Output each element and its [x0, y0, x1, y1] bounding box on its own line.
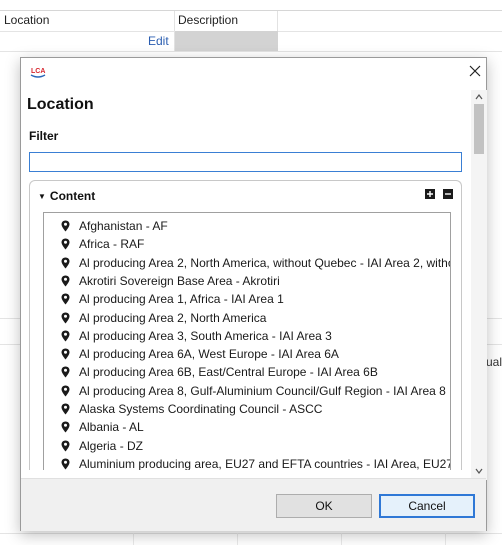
filter-input[interactable]	[29, 152, 462, 172]
expand-all-icon[interactable]	[425, 189, 435, 199]
tree-item-label: Akrotiri Sovereign Base Area - Akrotiri	[79, 273, 280, 288]
location-tree[interactable]: Afghanistan - AF Africa - RAF Al producing…	[43, 212, 451, 470]
location-pin-icon	[61, 458, 70, 470]
tree-item[interactable]: Africa - RAF	[44, 236, 450, 253]
location-pin-icon	[61, 257, 70, 269]
scrollbar-thumb[interactable]	[474, 104, 484, 154]
dialog-title: Location	[27, 96, 94, 113]
location-pin-icon	[61, 440, 70, 452]
description-cell[interactable]	[175, 31, 278, 51]
edit-link[interactable]: Edit	[148, 34, 169, 48]
tree-item-label: Al producing Area 6B, East/Central Europ…	[79, 365, 378, 380]
svg-text:LCA: LCA	[31, 68, 45, 75]
tree-item-label: Aluminium producing area, EU27 and EFTA …	[79, 456, 451, 470]
location-pin-icon	[61, 220, 70, 232]
dialog-button-bar: OK Cancel	[21, 478, 486, 531]
tree-item[interactable]: Al producing Area 6A, West Europe - IAI …	[44, 346, 450, 363]
tree-item[interactable]: Al producing Area 2, North America	[44, 310, 450, 327]
table-row-border	[0, 533, 502, 534]
grid-line	[445, 533, 446, 545]
tree-item[interactable]: Al producing Area 2, North America, with…	[44, 255, 450, 272]
table-top-border	[0, 10, 502, 11]
openlca-logo-icon: LCA	[30, 68, 45, 78]
scroll-up-icon[interactable]	[474, 92, 484, 102]
content-section-title: Content	[49, 189, 96, 203]
location-pin-icon	[61, 366, 70, 378]
tree-item-label: Al producing Area 1, Africa - IAI Area 1	[79, 292, 284, 307]
cancel-button[interactable]: Cancel	[379, 494, 475, 518]
tree-item-label: Al producing Area 2, North America, with…	[79, 255, 450, 270]
location-pin-icon	[61, 348, 70, 360]
tree-item[interactable]: Al producing Area 1, Africa - IAI Area 1	[44, 291, 450, 308]
tree-item[interactable]: Albania - AL	[44, 419, 450, 436]
grid-line	[237, 533, 238, 545]
tree-item[interactable]: Algeria - DZ	[44, 438, 450, 455]
location-pin-icon	[61, 403, 70, 415]
content-section-header[interactable]: ▼ Content	[38, 189, 95, 203]
location-pin-icon	[61, 421, 70, 433]
tree-item-label: Algeria - DZ	[79, 438, 144, 453]
truncated-column-text: ual	[486, 355, 502, 369]
grid-line	[133, 533, 134, 545]
tree-item[interactable]: Afghanistan - AF	[44, 218, 450, 235]
tree-item-label: Al producing Area 2, North America	[79, 310, 267, 325]
tree-item-label: Afghanistan - AF	[79, 219, 168, 233]
tree-item[interactable]: Al producing Area 6B, East/Central Europ…	[44, 364, 450, 381]
scroll-down-icon[interactable]	[474, 466, 484, 476]
location-pin-icon	[61, 330, 70, 342]
chevron-down-icon[interactable]: ▼	[38, 192, 46, 201]
location-dialog: LCA Location Filter ▼ Content Afghanistan…	[20, 57, 487, 531]
column-header-description[interactable]: Description	[178, 13, 238, 27]
tree-item-label: Al producing Area 3, South America - IAI…	[79, 328, 332, 343]
tree-item[interactable]: Alaska Systems Coordinating Council - AS…	[44, 401, 450, 418]
collapse-all-icon[interactable]	[443, 189, 453, 199]
tree-item-label: Al producing Area 8, Gulf-Aluminium Coun…	[79, 383, 446, 398]
location-pin-icon	[61, 312, 70, 323]
tree-item[interactable]: Akrotiri Sovereign Base Area - Akrotiri	[44, 273, 450, 290]
location-pin-icon	[61, 385, 70, 397]
location-pin-icon	[61, 275, 70, 287]
tree-item[interactable]: Al producing Area 3, South America - IAI…	[44, 328, 450, 345]
location-pin-icon	[61, 238, 70, 250]
tree-item-label: Al producing Area 6A, West Europe - IAI …	[79, 347, 339, 362]
column-header-location[interactable]: Location	[4, 13, 49, 27]
grid-line	[341, 533, 342, 545]
tree-item[interactable]: Aluminium producing area, EU27 and EFTA …	[44, 456, 451, 470]
tree-item[interactable]: Al producing Area 8, Gulf-Aluminium Coun…	[44, 383, 450, 400]
location-pin-icon	[61, 293, 70, 305]
filter-label: Filter	[29, 129, 59, 143]
ok-button[interactable]: OK	[276, 494, 372, 518]
tree-item-label: Africa - RAF	[79, 237, 145, 252]
close-icon[interactable]	[468, 64, 482, 78]
tree-item-label: Albania - AL	[79, 420, 144, 435]
table-row-border	[0, 51, 502, 52]
dialog-titlebar[interactable]: LCA	[21, 58, 486, 90]
vertical-scrollbar[interactable]	[471, 90, 487, 480]
tree-item-label: Alaska Systems Coordinating Council - AS…	[79, 402, 323, 416]
